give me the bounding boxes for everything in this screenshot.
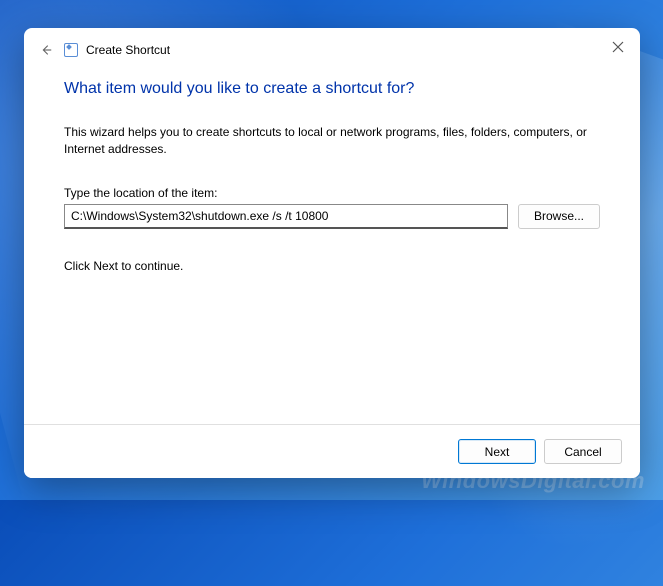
browse-button[interactable]: Browse... xyxy=(518,204,600,229)
dialog-title: Create Shortcut xyxy=(86,43,170,57)
create-shortcut-dialog: Create Shortcut What item would you like… xyxy=(24,28,640,478)
shortcut-icon xyxy=(64,43,78,57)
wizard-description: This wizard helps you to create shortcut… xyxy=(64,124,600,158)
location-label: Type the location of the item: xyxy=(64,186,600,200)
cancel-button[interactable]: Cancel xyxy=(544,439,622,464)
close-icon[interactable] xyxy=(612,40,626,54)
page-heading: What item would you like to create a sho… xyxy=(64,80,600,98)
next-button[interactable]: Next xyxy=(458,439,536,464)
location-input[interactable] xyxy=(64,204,508,229)
back-arrow-icon[interactable] xyxy=(38,42,54,58)
dialog-footer: Next Cancel xyxy=(24,424,640,478)
dialog-content: What item would you like to create a sho… xyxy=(24,72,640,424)
continue-hint: Click Next to continue. xyxy=(64,259,600,273)
titlebar: Create Shortcut xyxy=(24,28,640,72)
location-row: Browse... xyxy=(64,204,600,229)
